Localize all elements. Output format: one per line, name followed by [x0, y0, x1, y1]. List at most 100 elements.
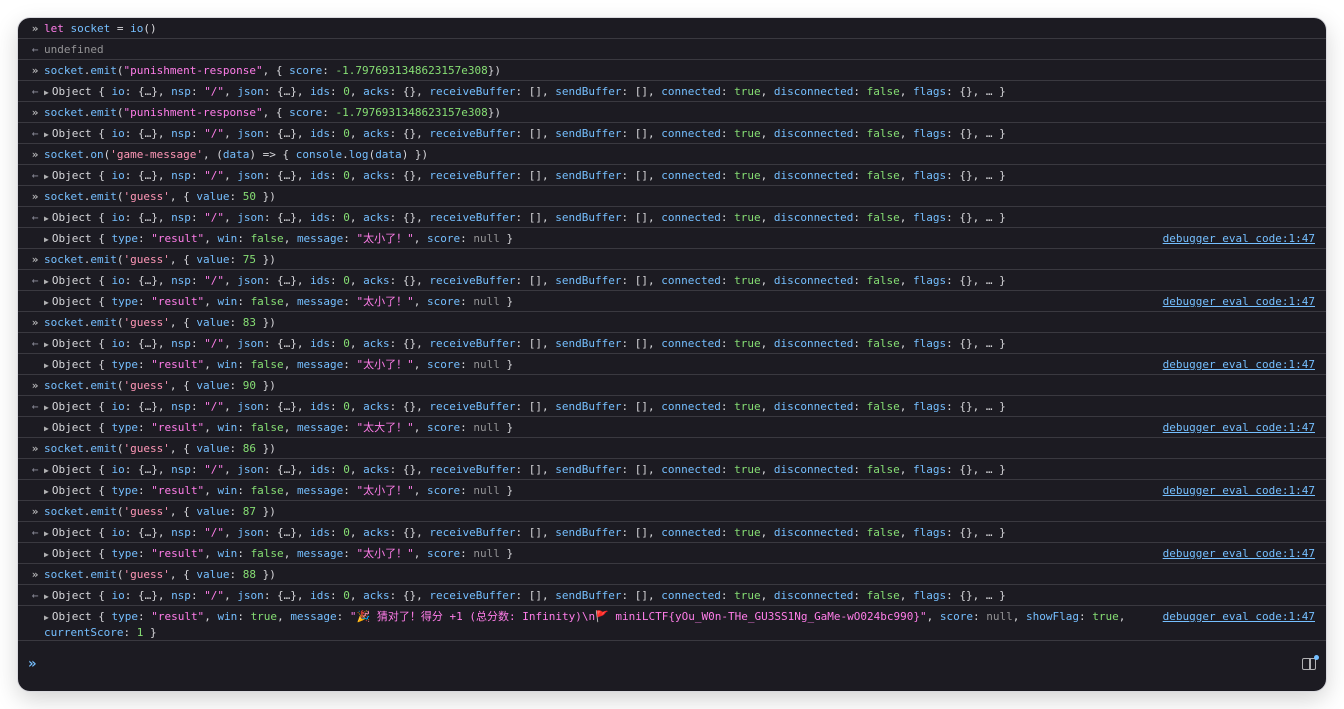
notification-dot-icon	[1314, 655, 1319, 660]
console-text[interactable]: ▶ Object { io: {…}, nsp: "/", json: {…}, …	[44, 336, 1136, 352]
console-input[interactable]: »	[18, 648, 1326, 691]
console-input-row: » socket.emit('guess', { value: 87 })	[18, 501, 1326, 522]
triangle-right-icon[interactable]: ▶	[44, 466, 49, 475]
left-arrow-icon: ←	[31, 127, 39, 140]
console-text: socket.emit('guess', { value: 50 })	[44, 190, 276, 203]
source-link[interactable]: debugger eval code:1:47	[1163, 420, 1315, 435]
console-input-row: » socket.emit("punishment-response", { sc…	[18, 102, 1326, 123]
triangle-right-icon[interactable]: ▶	[44, 487, 49, 496]
console-input-row: » let socket = io()	[18, 18, 1326, 39]
console-text[interactable]: ▶ Object { io: {…}, nsp: "/", json: {…}, …	[44, 399, 1136, 415]
double-chevron-right-icon: »	[31, 316, 39, 329]
console-text[interactable]: ▶ Object { type: "result", win: false, me…	[44, 294, 1136, 310]
console-input-row: » socket.emit('guess', { value: 50 })	[18, 186, 1326, 207]
console-text[interactable]: ▶ Object { type: "result", win: false, me…	[44, 357, 1136, 373]
triangle-right-icon[interactable]: ▶	[44, 88, 49, 97]
triangle-right-icon[interactable]: ▶	[44, 550, 49, 559]
console-result-row: ← ▶ Object { io: {…}, nsp: "/", json: {…},…	[18, 585, 1326, 606]
sidebar-toggle-icon[interactable]	[1302, 658, 1316, 670]
left-arrow-icon: ←	[31, 337, 39, 350]
left-arrow-icon: ←	[31, 463, 39, 476]
double-chevron-right-icon: »	[31, 190, 39, 203]
source-link[interactable]: debugger eval code:1:47	[1163, 357, 1315, 372]
console-text: socket.on('game-message', (data) => { co…	[44, 148, 429, 161]
triangle-right-icon[interactable]: ▶	[44, 277, 49, 286]
triangle-right-icon[interactable]: ▶	[44, 424, 49, 433]
console-log-row: ▶ Object { type: "result", win: false, me…	[18, 543, 1326, 564]
console-text: socket.emit('guess', { value: 86 })	[44, 442, 276, 455]
console-text: socket.emit("punishment-response", { sco…	[44, 64, 502, 77]
console-result-row: ← ▶ Object { io: {…}, nsp: "/", json: {…},…	[18, 396, 1326, 417]
console-log-row: ▶ Object { type: "result", win: false, me…	[18, 480, 1326, 501]
triangle-right-icon[interactable]: ▶	[44, 529, 49, 538]
console-text[interactable]: ▶ Object { type: "result", win: false, me…	[44, 231, 1136, 247]
console-text: socket.emit('guess', { value: 88 })	[44, 568, 276, 581]
console-input-row: » socket.emit("punishment-response", { sc…	[18, 60, 1326, 81]
console-text[interactable]: undefined	[44, 42, 1136, 57]
console-log-row: ▶ Object { type: "result", win: false, me…	[18, 228, 1326, 249]
triangle-right-icon[interactable]: ▶	[44, 130, 49, 139]
console-input-row: » socket.emit('guess', { value: 75 })	[18, 249, 1326, 270]
console-text[interactable]: ▶ Object { io: {…}, nsp: "/", json: {…}, …	[44, 168, 1136, 184]
source-link[interactable]: debugger eval code:1:47	[1163, 483, 1315, 498]
console-text[interactable]: ▶ Object { type: "result", win: false, me…	[44, 546, 1136, 562]
triangle-right-icon[interactable]: ▶	[44, 235, 49, 244]
console-text[interactable]: ▶ Object { io: {…}, nsp: "/", json: {…}, …	[44, 525, 1136, 541]
console-text[interactable]: ▶ Object { type: "result", win: false, me…	[44, 420, 1136, 436]
left-arrow-icon: ←	[31, 211, 39, 224]
left-arrow-icon: ←	[31, 85, 39, 98]
source-link[interactable]: debugger eval code:1:47	[1163, 294, 1315, 309]
triangle-right-icon[interactable]: ▶	[44, 613, 49, 622]
console-text[interactable]: ▶ Object { type: "result", win: false, me…	[44, 483, 1136, 499]
console-text: socket.emit('guess', { value: 75 })	[44, 253, 276, 266]
source-link[interactable]: debugger eval code:1:47	[1163, 231, 1315, 246]
triangle-right-icon[interactable]: ▶	[44, 172, 49, 181]
triangle-right-icon[interactable]: ▶	[44, 592, 49, 601]
console-text[interactable]: ▶ Object { io: {…}, nsp: "/", json: {…}, …	[44, 588, 1136, 604]
double-chevron-right-icon: »	[31, 379, 39, 392]
double-chevron-right-icon: »	[31, 442, 39, 455]
left-arrow-icon: ←	[31, 169, 39, 182]
left-arrow-icon: ←	[31, 400, 39, 413]
console-log: » let socket = io() ← undefined » socket.emit…	[18, 18, 1326, 648]
console-text[interactable]: ▶ Object { io: {…}, nsp: "/", json: {…}, …	[44, 462, 1136, 478]
console-window: » let socket = io() ← undefined » socket.emit…	[18, 18, 1326, 691]
triangle-right-icon[interactable]: ▶	[44, 214, 49, 223]
console-result-row: ← ▶ Object { io: {…}, nsp: "/", json: {…},…	[18, 333, 1326, 354]
console-input-row: » socket.emit('guess', { value: 86 })	[18, 438, 1326, 459]
source-link[interactable]: debugger eval code:1:47	[1163, 546, 1315, 561]
double-chevron-right-icon: »	[31, 568, 39, 581]
console-input-row: » socket.on('game-message', (data) => { c…	[18, 144, 1326, 165]
console-text: socket.emit('guess', { value: 87 })	[44, 505, 276, 518]
double-chevron-right-icon: »	[31, 106, 39, 119]
double-chevron-right-icon: »	[31, 253, 39, 266]
double-chevron-right-icon: »	[28, 656, 37, 672]
double-chevron-right-icon: »	[31, 148, 39, 161]
console-log-row: ▶ Object { type: "result", win: false, me…	[18, 354, 1326, 375]
console-text: socket.emit('guess', { value: 90 })	[44, 379, 276, 392]
double-chevron-right-icon: »	[31, 505, 39, 518]
triangle-right-icon[interactable]: ▶	[44, 340, 49, 349]
console-text[interactable]: ▶ Object { io: {…}, nsp: "/", json: {…}, …	[44, 126, 1136, 142]
double-chevron-right-icon: »	[31, 64, 39, 77]
console-result-row: ← ▶ Object { io: {…}, nsp: "/", json: {…},…	[18, 207, 1326, 228]
left-arrow-icon: ←	[31, 43, 39, 56]
console-result-row: ← ▶ Object { io: {…}, nsp: "/", json: {…},…	[18, 123, 1326, 144]
console-text[interactable]: ▶ Object { io: {…}, nsp: "/", json: {…}, …	[44, 84, 1136, 100]
console-result-row: ← ▶ Object { io: {…}, nsp: "/", json: {…},…	[18, 81, 1326, 102]
source-link[interactable]: debugger eval code:1:47	[1163, 609, 1315, 624]
console-text[interactable]: ▶ Object { io: {…}, nsp: "/", json: {…}, …	[44, 210, 1136, 226]
console-result-row: ← ▶ Object { io: {…}, nsp: "/", json: {…},…	[18, 270, 1326, 291]
triangle-right-icon[interactable]: ▶	[44, 361, 49, 370]
console-input-row: » socket.emit('guess', { value: 83 })	[18, 312, 1326, 333]
triangle-right-icon[interactable]: ▶	[44, 298, 49, 307]
console-text[interactable]: ▶ Object { io: {…}, nsp: "/", json: {…}, …	[44, 273, 1136, 289]
double-chevron-right-icon: »	[31, 22, 39, 35]
console-result-row: ← ▶ Object { io: {…}, nsp: "/", json: {…},…	[18, 165, 1326, 186]
console-text[interactable]: ▶ Object { type: "result", win: true, mes…	[44, 609, 1136, 640]
console-input-row: » socket.emit('guess', { value: 90 })	[18, 375, 1326, 396]
left-arrow-icon: ←	[31, 589, 39, 602]
left-arrow-icon: ←	[31, 526, 39, 539]
triangle-right-icon[interactable]: ▶	[44, 403, 49, 412]
console-log-row: ▶ Object { type: "result", win: false, me…	[18, 291, 1326, 312]
